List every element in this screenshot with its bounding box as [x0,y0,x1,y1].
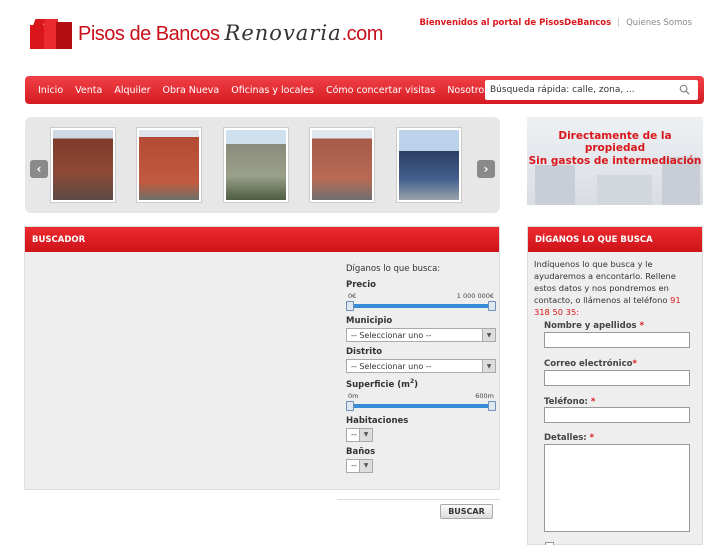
habitaciones-label: Habitaciones [346,415,409,426]
quick-search-placeholder: Búsqueda rápida: calle, zona, ... [490,85,635,95]
precio-min: 0€ [348,292,357,300]
search-form: Díganos lo que busca: Precio 0€ 1 000 00… [346,264,496,473]
precio-range-labels: 0€ 1 000 000€ [346,292,496,300]
contact-title: DÍGANOS LO QUE BUSCA [528,227,702,252]
carousel-next-button[interactable]: › [477,160,495,178]
superficie-max-handle[interactable] [488,400,496,411]
property-thumbnail[interactable] [396,127,462,203]
property-carousel: ‹ › [25,117,500,213]
quienes-somos-link[interactable]: Quienes Somos [626,18,692,28]
telefono-field[interactable] [544,407,690,423]
superficie-min-handle[interactable] [346,400,354,411]
main-nav: Inicio Venta Alquiler Obra Nueva Oficina… [25,76,704,104]
buscador-title: BUSCADOR [25,227,499,252]
detalles-textarea[interactable] [544,444,690,532]
distrito-label: Distrito [346,347,383,357]
municipio-label: Municipio [346,316,393,326]
page: Pisos de Bancos Renovaria.com Bienvenido… [0,0,727,545]
banner-line-2: Sin gastos de intermediación [528,155,702,167]
divider [337,499,500,500]
nav-oficinas-locales[interactable]: Oficinas y locales [225,85,320,96]
precio-label: Precio [346,280,376,290]
separator: | [617,18,621,28]
chevron-down-icon: ▼ [359,428,372,441]
banos-value: -- [351,461,357,471]
telefono-label: Teléfono: * [544,397,596,407]
municipio-value: -- Seleccionar uno -- [351,330,432,340]
superficie-range-labels: 0m 600m [346,392,496,400]
chevron-down-icon: ▼ [359,459,372,472]
detalles-label: Detalles: * [544,433,595,443]
top-links: Bienvenidos al portal de PisosDeBancos |… [419,18,692,28]
buscar-button[interactable]: BUSCAR [440,504,493,519]
nav-venta[interactable]: Venta [69,85,108,96]
nav-obra-nueva[interactable]: Obra Nueva [157,85,226,96]
precio-slider[interactable] [346,301,496,311]
precio-max: 1 000 000€ [456,292,494,300]
search-icon[interactable] [679,84,690,95]
quick-search-input[interactable]: Búsqueda rápida: calle, zona, ... [485,80,698,100]
property-thumbnail[interactable] [309,127,375,203]
municipio-select[interactable]: -- Seleccionar uno -- ▼ [346,328,496,342]
logo-text: Pisos de Bancos Renovaria.com [78,20,383,45]
banos-select[interactable]: -- ▼ [346,458,373,473]
carousel-prev-button[interactable]: ‹ [30,160,48,178]
nombre-field[interactable] [544,332,690,348]
chevron-down-icon: ▼ [482,360,495,372]
nav-concertar-visitas[interactable]: Cómo concertar visitas [320,85,441,96]
property-thumbnail[interactable] [223,127,289,203]
habitaciones-select[interactable]: -- ▼ [346,427,373,442]
habitaciones-value: -- [351,430,357,440]
nav-alquiler[interactable]: Alquiler [108,85,156,96]
superficie-max: 600m [475,391,494,400]
superficie-slider[interactable] [346,400,496,411]
correo-field[interactable] [544,370,690,386]
nav-inicio[interactable]: Inicio [32,85,69,96]
superficie-label: Superficie (m2) [346,378,419,390]
logo-buildings-icon [30,17,72,49]
buscador-panel: BUSCADOR Díganos lo que busca: Precio 0€… [24,226,500,490]
logo[interactable]: Pisos de Bancos Renovaria.com [30,15,383,51]
superficie-min: 0m [348,391,359,400]
contact-panel: DÍGANOS LO QUE BUSCA Indíquenos lo que b… [527,226,703,545]
chevron-down-icon: ▼ [482,329,495,341]
banos-label: Baños [346,446,376,457]
contact-intro: Indíquenos lo que busca y le ayudaremos … [534,259,681,317]
promo-banner[interactable]: Directamente de la propiedad Sin gastos … [527,117,703,205]
welcome-link[interactable]: Bienvenidos al portal de PisosDeBancos [419,18,611,28]
banner-line-1: Directamente de la propiedad [558,130,672,154]
distrito-select[interactable]: -- Seleccionar uno -- ▼ [346,359,496,373]
property-thumbnail[interactable] [50,127,116,203]
property-thumbnail[interactable] [136,127,202,203]
nombre-label: Nombre y apellidos * [544,321,645,331]
precio-min-handle[interactable] [346,301,354,311]
distrito-value: -- Seleccionar uno -- [351,361,432,371]
search-intro: Díganos lo que busca: [346,264,441,274]
correo-label: Correo electrónico* [544,359,637,369]
precio-max-handle[interactable] [488,301,496,311]
